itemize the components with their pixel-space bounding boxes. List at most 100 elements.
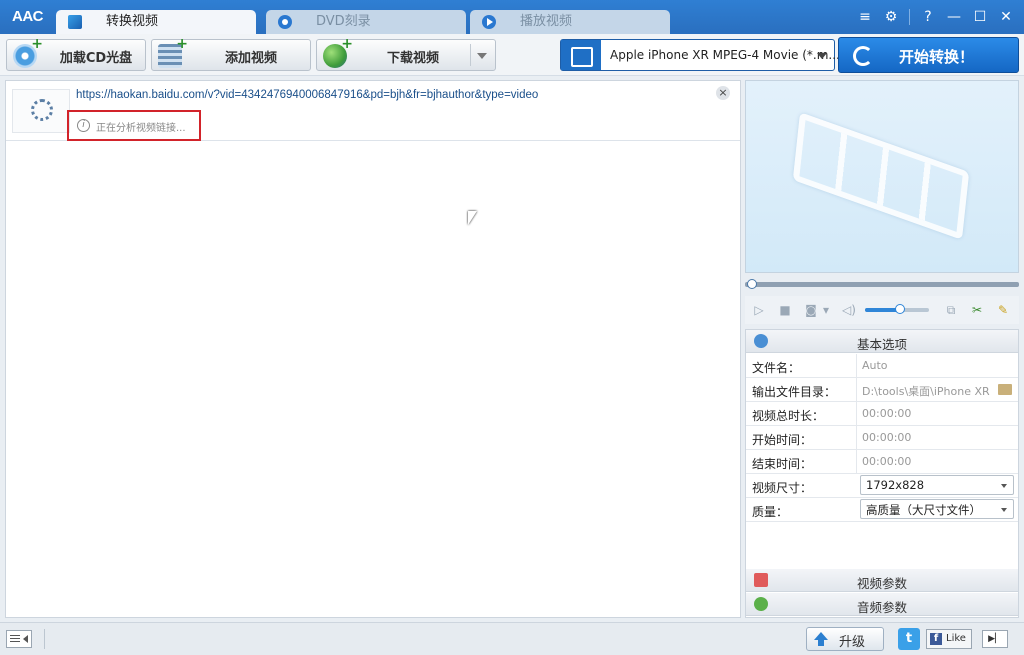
load-cd-button[interactable]: 加载CD光盘	[6, 36, 146, 71]
row-end-time: 结束时间： 00:00:00	[746, 450, 1018, 474]
row-quality: 质量： 高质量（大尺寸文件）	[746, 498, 1018, 522]
twitter-icon[interactable]: t	[898, 628, 920, 650]
status-highlight: i 正在分析视频链接...	[67, 110, 201, 141]
separator	[470, 44, 471, 66]
audio-params-header[interactable]: 音频参数	[746, 593, 1018, 616]
window-controls: ≡ ⚙ ? — ☐ ✕	[857, 9, 1014, 25]
tab-dvd-burn[interactable]: DVD刻录	[266, 10, 466, 34]
volume-slider[interactable]	[865, 304, 929, 314]
download-video-button[interactable]: 下载视频	[316, 36, 496, 71]
remove-item-icon[interactable]: ×	[716, 86, 730, 100]
basic-options-header[interactable]: 基本选项	[746, 330, 1018, 353]
output-profile-select[interactable]: Apple iPhone XR MPEG-4 Movie (*.m...	[560, 39, 840, 71]
arrow-up-icon	[814, 632, 828, 646]
player-controls: ▷ ■ ◙ ▾ ◁) ⧉ ✂ ✎	[745, 296, 1019, 324]
scissors-icon[interactable]: ✂	[969, 302, 985, 318]
video-preview	[745, 80, 1019, 273]
menu-icon[interactable]: ≡	[857, 9, 873, 25]
refresh-icon	[853, 46, 873, 66]
list-item[interactable]: https://haokan.baidu.com/v?vid=434247694…	[6, 81, 740, 141]
separator	[856, 426, 857, 450]
folder-icon[interactable]	[998, 384, 1012, 395]
next-panel-button[interactable]: ▶▏	[982, 630, 1008, 648]
chevron-down-icon[interactable]	[477, 53, 487, 59]
tab-convert-video[interactable]: 转换视频	[56, 10, 256, 34]
film-strip-icon	[792, 112, 970, 240]
add-video-label: 添加视频	[224, 51, 277, 66]
convert-icon	[68, 15, 82, 29]
chevron-down-icon[interactable]: ▾	[821, 302, 831, 318]
gear-icon[interactable]: ⚙	[883, 9, 899, 25]
volume-handle[interactable]	[895, 304, 906, 314]
upgrade-button[interactable]: 升级	[806, 627, 884, 651]
file-name-field[interactable]: Auto	[862, 359, 888, 372]
quality-select[interactable]: 高质量（大尺寸文件）	[860, 499, 1014, 519]
like-label: Like	[946, 633, 966, 644]
video-size-select[interactable]: 1792x828	[860, 475, 1014, 495]
video-params-header[interactable]: 视频参数	[746, 569, 1018, 592]
tab-play-video[interactable]: 播放视频	[470, 10, 670, 34]
video-params-label: 视频参数	[856, 576, 907, 591]
app-logo: AAC	[12, 8, 44, 25]
info-icon: i	[77, 119, 90, 132]
field-label: 视频尺寸：	[752, 481, 813, 495]
seek-bar[interactable]	[745, 278, 1019, 290]
row-video-size: 视频尺寸： 1792x828	[746, 474, 1018, 498]
status-text: 正在分析视频链接...	[96, 123, 186, 134]
separator	[856, 450, 857, 474]
basic-options-label: 基本选项	[856, 337, 907, 352]
tab-label: DVD刻录	[316, 14, 371, 29]
video-url: https://haokan.baidu.com/v?vid=434247694…	[76, 89, 539, 101]
seek-handle[interactable]	[747, 279, 757, 289]
settings-panel: 基本选项 文件名： Auto 输出文件目录： D:\tools\桌面\iPhon…	[745, 329, 1019, 618]
separator	[856, 378, 857, 402]
select-value: 高质量（大尺寸文件）	[866, 503, 981, 517]
field-label: 结束时间：	[752, 457, 813, 471]
globe-add-icon	[323, 36, 353, 68]
separator	[856, 402, 857, 426]
select-value: 1792x828	[866, 478, 925, 492]
chevron-down-icon	[1001, 508, 1007, 512]
field-label: 质量：	[752, 505, 789, 519]
facebook-icon: f	[930, 633, 942, 645]
facebook-like-button[interactable]: f Like	[926, 629, 972, 649]
cd-add-icon	[13, 36, 43, 68]
toolbar: 加载CD光盘 添加视频 下载视频 Apple iPhone XR MPEG-4 …	[0, 34, 1024, 76]
tab-label: 播放视频	[520, 14, 573, 29]
profile-format-icon	[561, 40, 601, 70]
chevron-down-icon	[817, 53, 827, 59]
field-label: 输出文件目录：	[752, 385, 837, 399]
maximize-icon[interactable]: ☐	[972, 9, 988, 25]
start-time-field[interactable]: 00:00:00	[862, 431, 911, 444]
field-label: 开始时间：	[752, 433, 813, 447]
row-output-dir: 输出文件目录： D:\tools\桌面\iPhone XR	[746, 378, 1018, 402]
file-list[interactable]: https://haokan.baidu.com/v?vid=434247694…	[5, 80, 741, 618]
end-time-field[interactable]: 00:00:00	[862, 455, 911, 468]
row-start-time: 开始时间： 00:00:00	[746, 426, 1018, 450]
play-icon[interactable]: ▷	[751, 302, 767, 318]
copy-icon[interactable]: ⧉	[943, 302, 959, 318]
stop-icon[interactable]: ■	[777, 302, 793, 318]
seek-track	[745, 282, 1019, 287]
minimize-icon[interactable]: —	[946, 9, 962, 25]
camera-icon[interactable]: ◙	[803, 302, 819, 318]
download-video-label: 下载视频	[386, 51, 439, 66]
thumbnail	[12, 89, 70, 133]
close-icon[interactable]: ✕	[998, 9, 1014, 25]
chevron-down-icon	[1001, 484, 1007, 488]
profile-label: Apple iPhone XR MPEG-4 Movie (*.m...	[610, 48, 840, 62]
add-video-button[interactable]: 添加视频	[151, 36, 311, 71]
help-icon[interactable]: ?	[920, 9, 936, 25]
loading-spinner-icon	[31, 99, 53, 121]
upgrade-label: 升级	[839, 635, 866, 650]
separator	[909, 9, 910, 25]
audio-params-label: 音频参数	[856, 600, 907, 615]
toggle-list-button[interactable]	[6, 630, 32, 648]
play-icon	[482, 15, 496, 29]
start-convert-button[interactable]: 开始转换！	[838, 37, 1019, 73]
separator	[44, 629, 45, 649]
magic-wand-icon[interactable]: ✎	[995, 302, 1011, 318]
volume-icon[interactable]: ◁)	[841, 302, 857, 318]
status-bar: 升级 t f Like ▶▏	[0, 622, 1024, 655]
output-dir-field[interactable]: D:\tools\桌面\iPhone XR	[862, 383, 996, 399]
